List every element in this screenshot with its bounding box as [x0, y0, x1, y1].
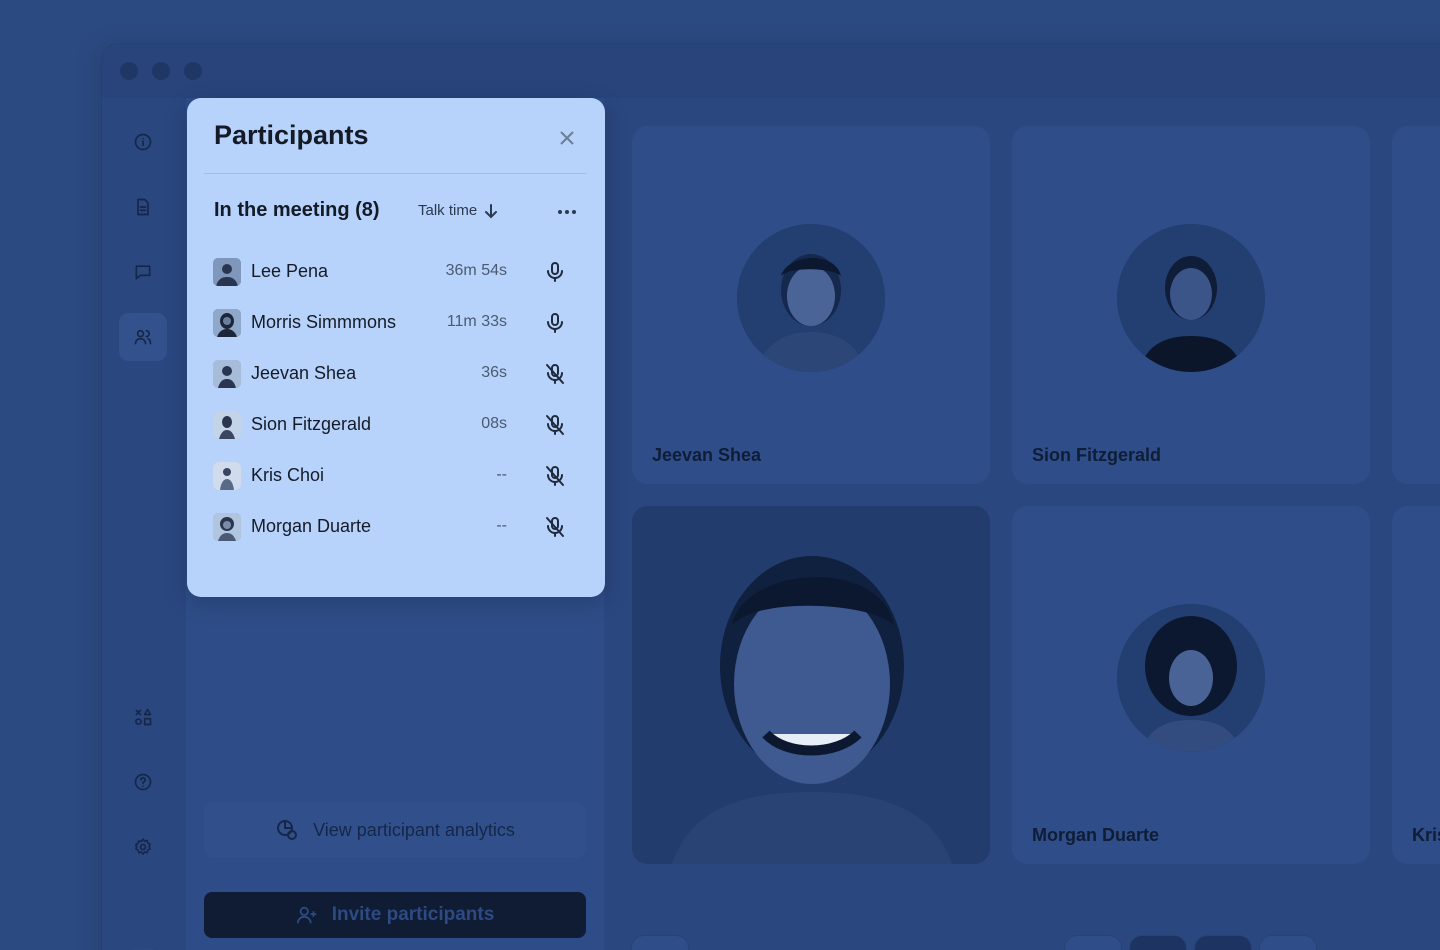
talk-time: 36m 54s: [445, 262, 507, 279]
participant-row[interactable]: Morris Simmmons 11m 33s: [213, 307, 581, 339]
participant-row[interactable]: Sion Fitzgerald 08s: [213, 409, 581, 441]
participant-name: Kris Choi: [251, 465, 325, 485]
camera-toggle-button[interactable]: [1195, 936, 1251, 950]
participant-row[interactable]: Jeevan Shea 36s: [213, 358, 581, 390]
analytics-icon: [277, 820, 298, 840]
participant-name: Lee Pena: [251, 261, 329, 281]
mic-on-icon: [547, 313, 563, 333]
mic-toggle-button[interactable]: [1130, 936, 1186, 950]
invite-participants-label: Invite participants: [331, 904, 495, 925]
participant-row[interactable]: Morgan Duarte --: [213, 511, 581, 543]
participant-name: Morgan Duarte: [251, 516, 372, 536]
mic-status: [543, 413, 567, 437]
participant-video-tile[interactable]: [632, 506, 990, 864]
settings-button[interactable]: [119, 823, 167, 871]
participant-tile[interactable]: Sion Fitzgerald: [1012, 126, 1370, 484]
mic-off-icon: [546, 517, 564, 537]
screen-share-button[interactable]: [1065, 936, 1121, 950]
sort-button[interactable]: Talk time: [418, 202, 499, 219]
avatar[interactable]: [121, 946, 165, 950]
participant-avatar: [213, 258, 241, 286]
popover-title: Participants: [214, 120, 369, 150]
left-rail: [102, 98, 186, 950]
add-person-icon: [296, 906, 316, 924]
apps-button[interactable]: [119, 693, 167, 741]
mic-on-icon: [547, 262, 563, 282]
document-icon: [137, 198, 149, 216]
mic-status: [543, 362, 567, 386]
participant-name: Jeevan Shea: [652, 445, 762, 465]
mic-off-icon: [546, 466, 564, 486]
talk-time: 36s: [481, 364, 507, 381]
participant-row[interactable]: Kris Choi --: [213, 460, 581, 492]
mic-status: [543, 311, 567, 335]
mic-status: [543, 260, 567, 284]
participant-tile[interactable]: Jeevan Shea: [632, 126, 990, 484]
participant-name: Morgan Duarte: [1032, 825, 1160, 845]
title-bar: [102, 44, 1440, 98]
participant-row[interactable]: Lee Pena 36m 54s: [213, 256, 581, 288]
more-icon: [558, 210, 562, 214]
chat-icon: [135, 265, 151, 280]
participant-tile[interactable]: Kris: [1392, 506, 1440, 864]
talk-time: --: [496, 517, 507, 534]
participant-avatar: [213, 411, 241, 439]
chat-button[interactable]: [119, 248, 167, 296]
reactions-button[interactable]: [1260, 936, 1316, 950]
view-analytics-label: View participant analytics: [313, 819, 515, 840]
help-icon: [134, 773, 152, 791]
mic-off-icon: [546, 364, 564, 384]
participant-name: Kris: [1412, 825, 1440, 845]
people-icon: [134, 329, 152, 345]
sort-label: Talk time: [418, 202, 478, 219]
participant-avatar: [1117, 224, 1265, 372]
participant-name: Sion Fitzgerald: [1032, 445, 1162, 465]
video-stage: Jeevan Shea Sion Fitzgerald Morgan Duart…: [604, 98, 1440, 950]
section-title: In the meeting (8): [214, 199, 380, 221]
participant-avatar: [1117, 604, 1265, 752]
info-icon: [134, 133, 152, 151]
mic-off-icon: [546, 415, 564, 435]
invite-participants-button[interactable]: Invite participants: [204, 892, 586, 938]
participant-name: Sion Fitzgerald: [251, 414, 372, 434]
participants-button[interactable]: [119, 313, 167, 361]
participant-avatar: [213, 360, 241, 388]
participant-avatar: [213, 513, 241, 541]
window-zoom-dot[interactable]: [184, 62, 202, 80]
close-icon: [560, 131, 574, 145]
window-close-dot[interactable]: [120, 62, 138, 80]
participant-avatar: [737, 224, 885, 372]
add-participant-button[interactable]: [632, 936, 688, 950]
talk-time: 11m 33s: [446, 313, 507, 330]
participant-avatar: [213, 462, 241, 490]
participant-avatar: [213, 309, 241, 337]
apps-icon: [135, 708, 152, 726]
more-options-button[interactable]: [553, 200, 581, 224]
talk-time: 08s: [481, 415, 507, 432]
help-button[interactable]: [119, 758, 167, 806]
view-analytics-button[interactable]: View participant analytics: [204, 802, 586, 858]
talk-time: --: [496, 466, 507, 483]
participants-popover: Participants In the meeting (8) Talk tim…: [187, 98, 605, 597]
mic-status: [543, 515, 567, 539]
window-minimize-dot[interactable]: [152, 62, 170, 80]
participant-name: Jeevan Shea: [251, 363, 357, 383]
participant-tile[interactable]: [1392, 126, 1440, 484]
close-popover-button[interactable]: [555, 126, 579, 150]
notes-button[interactable]: [119, 183, 167, 231]
participant-tile[interactable]: Morgan Duarte: [1012, 506, 1370, 864]
info-button[interactable]: [119, 118, 167, 166]
divider: [204, 173, 586, 174]
participant-name: Morris Simmmons: [251, 312, 397, 332]
gear-icon: [134, 838, 151, 855]
mic-status: [543, 464, 567, 488]
arrow-down-icon: [485, 203, 498, 218]
